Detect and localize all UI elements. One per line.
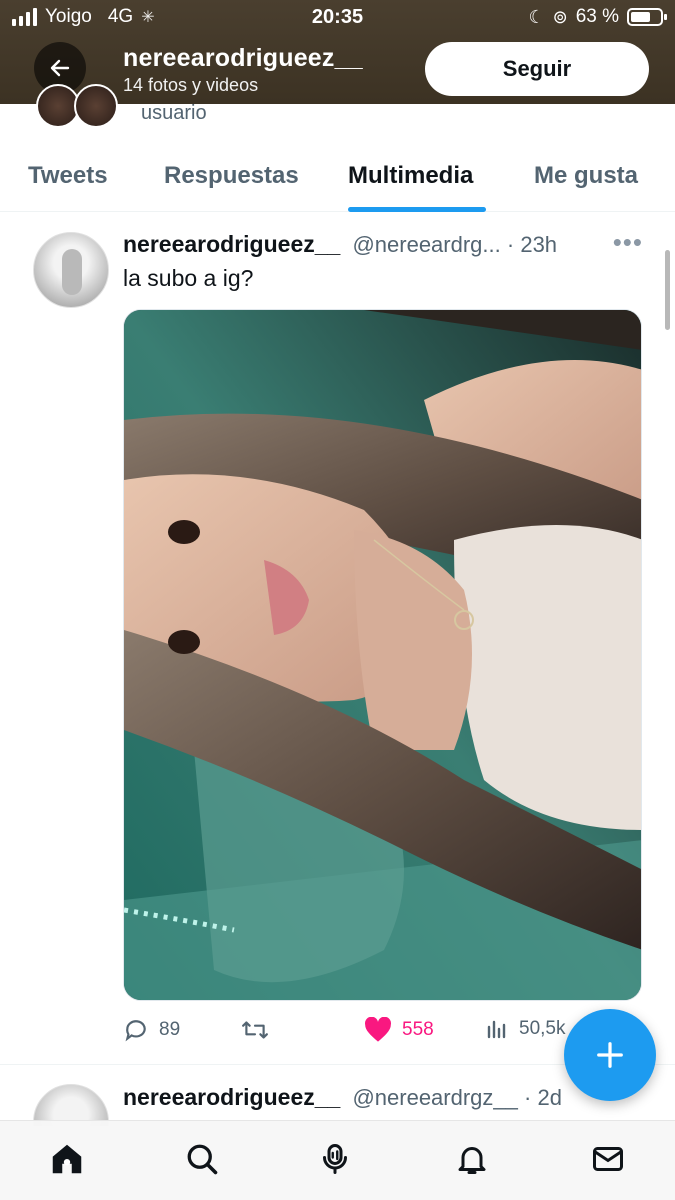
- nav-home[interactable]: [47, 1139, 87, 1179]
- tab-likes[interactable]: Me gusta: [534, 162, 638, 190]
- nav-notifications[interactable]: [452, 1139, 492, 1179]
- tweet2-time: 2d: [537, 1085, 562, 1110]
- selfie-photo: [124, 310, 641, 1000]
- search-icon: [187, 1144, 218, 1175]
- tweet-author-name[interactable]: nereearodrigueez__: [123, 231, 340, 257]
- plus-icon: [597, 1042, 623, 1068]
- arrow-left-icon: [50, 59, 70, 77]
- battery-percent: 63 %: [575, 6, 619, 27]
- reply-count: 89: [159, 1019, 181, 1040]
- like-count: 558: [402, 1019, 434, 1040]
- tab-replies[interactable]: Respuestas: [164, 162, 299, 190]
- mail-icon: [593, 1147, 623, 1171]
- active-tab-indicator: [348, 207, 486, 212]
- home-icon: [52, 1144, 82, 1174]
- like-button[interactable]: 558: [364, 1017, 434, 1043]
- heart-filled-icon: [365, 1017, 391, 1042]
- scrollbar[interactable]: [665, 250, 670, 330]
- moon-icon: ☾: [528, 6, 545, 27]
- battery-icon: [627, 8, 667, 26]
- retweet-icon: [242, 1021, 268, 1039]
- avatar[interactable]: [33, 232, 109, 308]
- header-media-count: 14 fotos y videos: [123, 75, 259, 95]
- tweet-time: 23h: [520, 232, 558, 257]
- orientation-lock-icon: ⊚: [552, 6, 568, 27]
- bottom-navigation: [0, 1120, 675, 1200]
- tab-tweets[interactable]: Tweets: [28, 162, 108, 190]
- tweet-author-handle: @nereeardrg...: [352, 232, 501, 257]
- followers-note: usuario: [141, 102, 207, 124]
- tweet2-separator: ·: [524, 1085, 532, 1110]
- compose-button[interactable]: [564, 1009, 656, 1101]
- follow-button[interactable]: Seguir: [425, 42, 649, 96]
- more-options-icon[interactable]: •••: [613, 227, 643, 258]
- tweet[interactable]: nereearodrigueez__ @nereeardrg... · 23h …: [0, 213, 675, 1065]
- bar-chart-icon: [487, 1020, 506, 1039]
- spaces-mic-icon: [323, 1144, 347, 1174]
- tweet-text: la subo a ig?: [123, 265, 254, 291]
- reply-button[interactable]: 89: [123, 1017, 180, 1043]
- nav-messages[interactable]: [588, 1139, 628, 1179]
- mutual-followers-avatars: [36, 84, 126, 128]
- status-bar: Yoigo 4G ✳ 20:35 ☾ ⊚ 63 %: [0, 0, 675, 34]
- header-display-name: nereearodrigueez__: [123, 44, 363, 72]
- nav-spaces[interactable]: [315, 1139, 355, 1179]
- tweet2-author-name[interactable]: nereearodrigueez__: [123, 1084, 340, 1110]
- views-count: 50,5k: [519, 1018, 566, 1039]
- profile-tabs: Tweets Respuestas Multimedia Me gusta: [0, 150, 675, 212]
- tweet2-author-handle: @nereeardrgz__: [352, 1085, 518, 1110]
- speech-bubble-icon: [125, 1020, 146, 1042]
- tweet-separator: ·: [506, 232, 515, 257]
- views-button[interactable]: 50,5k: [485, 1017, 565, 1041]
- retweet-button[interactable]: [241, 1017, 269, 1043]
- tweet-photo[interactable]: [123, 309, 642, 1001]
- tab-media[interactable]: Multimedia: [348, 162, 473, 190]
- nav-search[interactable]: [182, 1139, 222, 1179]
- bell-icon: [458, 1147, 486, 1174]
